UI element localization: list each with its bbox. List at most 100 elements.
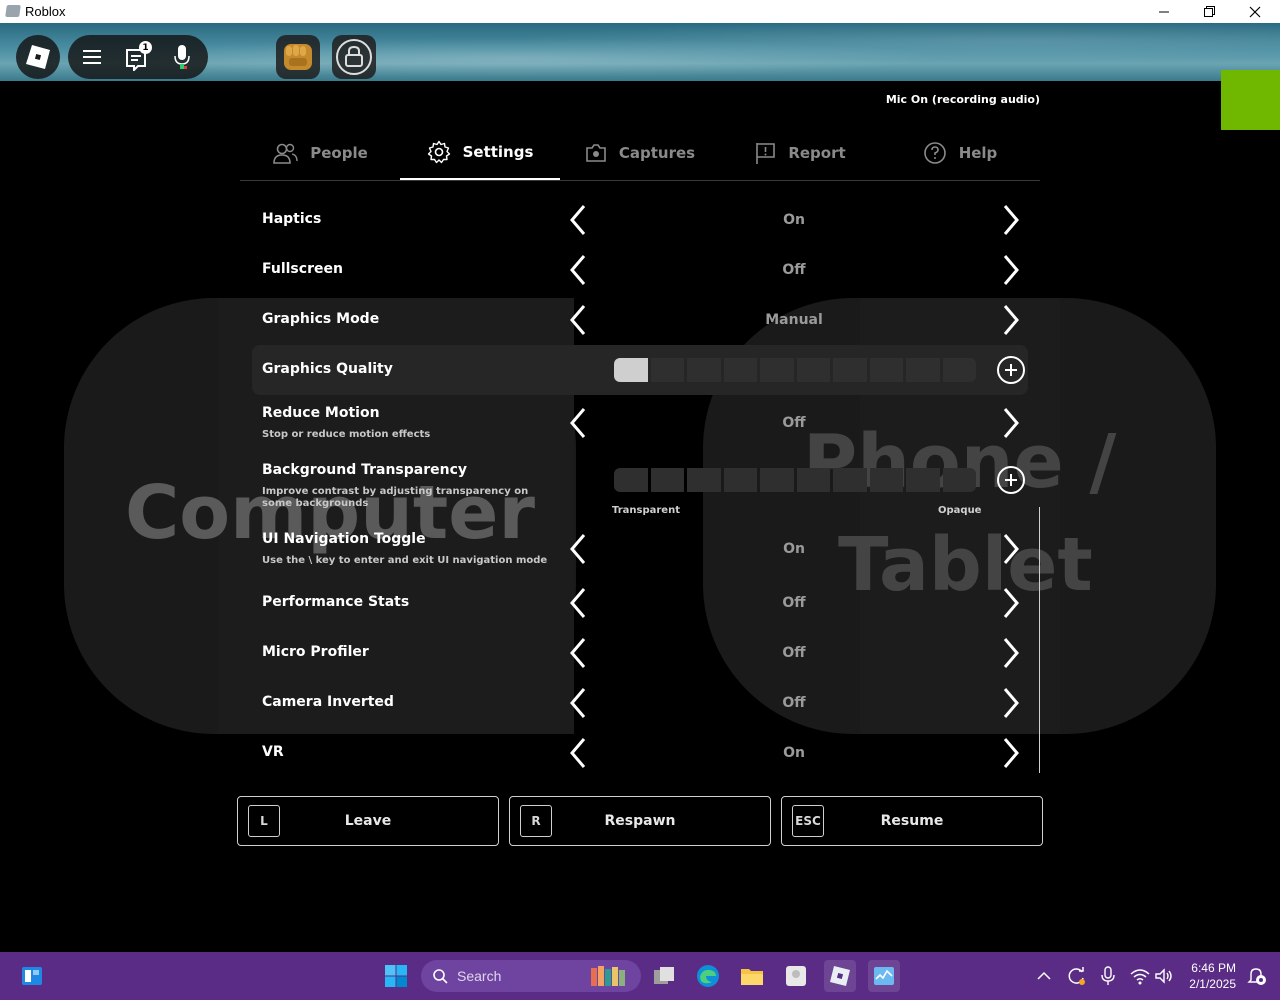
chevron-right-icon	[1003, 588, 1019, 618]
roblox-menu-button[interactable]	[16, 35, 60, 79]
hamburger-icon	[83, 50, 101, 64]
reduce-motion-next-button[interactable]	[997, 405, 1025, 441]
slider-segment[interactable]	[723, 468, 757, 492]
vr-prev-button[interactable]	[564, 735, 592, 771]
task-manager-button[interactable]	[868, 960, 900, 992]
performance-stats-next-button[interactable]	[997, 585, 1025, 621]
chevron-right-icon	[1003, 255, 1019, 285]
ui-nav-next-button[interactable]	[997, 531, 1025, 567]
hamburger-button[interactable]	[80, 45, 104, 69]
background-transparency-slider[interactable]	[614, 468, 976, 492]
haptics-prev-button[interactable]	[564, 202, 592, 238]
close-icon	[1249, 6, 1261, 17]
mic-button[interactable]	[170, 43, 194, 71]
tab-captures[interactable]: Captures	[560, 126, 720, 180]
micro-profiler-prev-button[interactable]	[564, 635, 592, 671]
show-hidden-icons-button[interactable]	[1028, 960, 1060, 992]
close-button[interactable]	[1232, 0, 1278, 23]
widgets-button[interactable]	[16, 960, 48, 992]
slider-segment[interactable]	[833, 358, 867, 382]
tab-report[interactable]: Report	[720, 126, 880, 180]
haptics-next-button[interactable]	[997, 202, 1025, 238]
graphics-quality-slider[interactable]	[614, 358, 976, 382]
vr-next-button[interactable]	[997, 735, 1025, 771]
slider-segment[interactable]	[687, 358, 721, 382]
notification-bell-icon	[1247, 968, 1266, 985]
slider-segment[interactable]	[760, 468, 794, 492]
taskbar-clock[interactable]: 6:46 PM 2/1/2025	[1189, 960, 1236, 992]
minimize-icon	[1159, 11, 1169, 12]
edge-button[interactable]	[692, 960, 724, 992]
task-view-button[interactable]	[648, 960, 680, 992]
graphics-quality-increase-button[interactable]	[997, 356, 1025, 384]
slider-segment[interactable]	[687, 468, 721, 492]
chevron-right-icon	[1003, 638, 1019, 668]
setting-label: Camera Inverted	[262, 694, 394, 710]
slider-segment[interactable]	[796, 358, 830, 382]
slider-segment[interactable]	[796, 468, 830, 492]
tab-help[interactable]: Help	[880, 126, 1040, 180]
leave-button[interactable]: L Leave	[237, 796, 499, 846]
reduce-motion-prev-button[interactable]	[564, 405, 592, 441]
taskbar-search-box[interactable]: Search	[421, 960, 641, 992]
micro-profiler-next-button[interactable]	[997, 635, 1025, 671]
slider-segment[interactable]	[650, 358, 684, 382]
background-transparency-increase-button[interactable]	[997, 466, 1025, 494]
pinned-app-button[interactable]	[780, 960, 812, 992]
sync-tray-button[interactable]	[1060, 960, 1092, 992]
start-button[interactable]	[380, 960, 412, 992]
mic-tray-button[interactable]	[1092, 960, 1124, 992]
resume-label: Resume	[880, 813, 944, 829]
volume-icon	[1155, 968, 1172, 984]
restore-button[interactable]	[1186, 0, 1232, 23]
tab-people-label: People	[310, 144, 368, 162]
setting-value: Manual	[765, 312, 823, 328]
graphics-mode-prev-button[interactable]	[564, 302, 592, 338]
slider-segment[interactable]	[869, 358, 903, 382]
tab-settings[interactable]: Settings	[400, 126, 560, 180]
roblox-taskbar-button[interactable]	[824, 960, 856, 992]
slider-segment[interactable]	[614, 468, 648, 492]
notifications-button[interactable]	[1240, 960, 1272, 992]
fullscreen-prev-button[interactable]	[564, 252, 592, 288]
chat-button[interactable]: 1	[124, 41, 154, 73]
camera-inverted-prev-button[interactable]	[564, 685, 592, 721]
tab-people[interactable]: People	[240, 126, 400, 180]
slider-segment[interactable]	[833, 468, 867, 492]
performance-stats-prev-button[interactable]	[564, 585, 592, 621]
respawn-button[interactable]: R Respawn	[509, 796, 771, 846]
windows-logo-icon	[385, 965, 407, 987]
chevron-left-icon	[570, 738, 586, 768]
fullscreen-next-button[interactable]	[997, 252, 1025, 288]
slider-segment[interactable]	[869, 468, 903, 492]
slider-segment[interactable]	[723, 358, 757, 382]
setting-label: Fullscreen	[262, 261, 343, 277]
shift-lock-button[interactable]	[332, 35, 376, 79]
setting-row-background-transparency: Background Transparency Improve contrast…	[252, 458, 1028, 520]
slider-segment[interactable]	[906, 468, 940, 492]
file-explorer-button[interactable]	[736, 960, 768, 992]
settings-scrollbar[interactable]	[1039, 507, 1040, 773]
edge-browser-icon	[697, 965, 719, 987]
setting-label: Performance Stats	[262, 594, 410, 610]
slider-segment[interactable]	[942, 358, 976, 382]
setting-value: Off	[782, 595, 806, 611]
slider-segment[interactable]	[942, 468, 976, 492]
camera-inverted-next-button[interactable]	[997, 685, 1025, 721]
slider-segment[interactable]	[760, 358, 794, 382]
slider-segment[interactable]	[906, 358, 940, 382]
resume-button[interactable]: ESC Resume	[781, 796, 1043, 846]
slider-segment[interactable]	[650, 468, 684, 492]
minimize-button[interactable]	[1141, 0, 1187, 23]
chevron-right-icon	[1003, 738, 1019, 768]
app-icon	[786, 966, 806, 986]
setting-row-ui-navigation-toggle: UI Navigation Toggle Use the \ key to en…	[252, 527, 1028, 573]
emote-fist-button[interactable]	[276, 35, 320, 79]
transparency-max-label: Opaque	[938, 505, 982, 516]
chevron-right-icon	[1003, 408, 1019, 438]
setting-value: Off	[782, 645, 806, 661]
volume-tray-button[interactable]	[1148, 960, 1180, 992]
ui-nav-prev-button[interactable]	[564, 531, 592, 567]
graphics-mode-next-button[interactable]	[997, 302, 1025, 338]
slider-segment[interactable]	[614, 358, 648, 382]
